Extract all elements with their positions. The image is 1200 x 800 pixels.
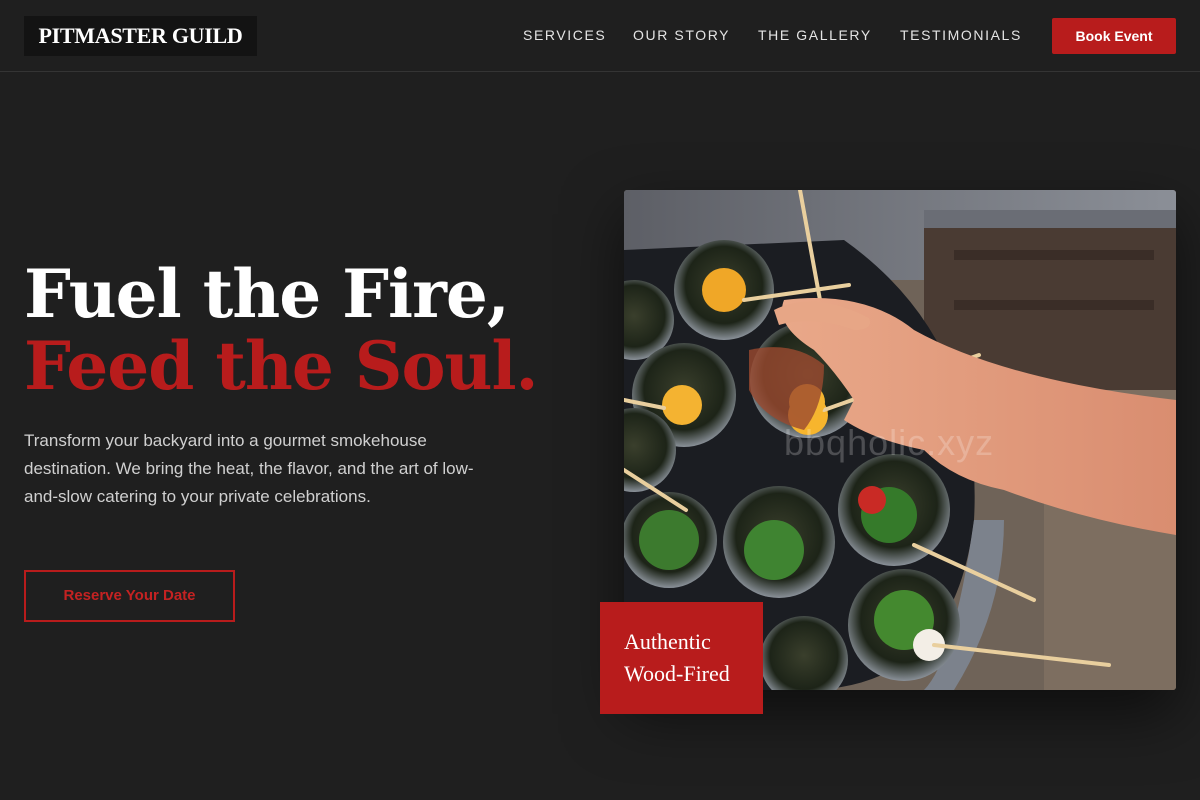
hero-description: Transform your backyard into a gourmet s… bbox=[24, 431, 474, 506]
badge-line-1: Authentic bbox=[624, 629, 711, 654]
hero-title: Fuel the Fire, Feed the Soul. bbox=[24, 258, 564, 402]
nav-link-services[interactable]: SERVICES bbox=[523, 26, 606, 44]
reserve-date-button[interactable]: Reserve Your Date bbox=[24, 570, 235, 622]
book-event-button[interactable]: Book Event bbox=[1052, 18, 1176, 54]
nav-link-our-story[interactable]: OUR STORY bbox=[633, 26, 730, 44]
wood-fired-badge: Authentic Wood-Fired bbox=[600, 602, 763, 714]
nav-link-the-gallery[interactable]: THE GALLERY bbox=[758, 26, 872, 44]
badge-line-2: Wood-Fired bbox=[624, 661, 730, 686]
top-navigation: PITMASTER GUILD SERVICES OUR STORY THE G… bbox=[0, 0, 1200, 72]
watermark-text: bbqholic.xyz bbox=[784, 422, 995, 463]
nav-link-testimonials[interactable]: TESTIMONIALS bbox=[900, 26, 1022, 44]
hero-title-line-1: Fuel the Fire, bbox=[24, 255, 510, 333]
hero-title-line-2: Feed the Soul. bbox=[24, 327, 539, 405]
logo[interactable]: PITMASTER GUILD bbox=[24, 16, 257, 56]
